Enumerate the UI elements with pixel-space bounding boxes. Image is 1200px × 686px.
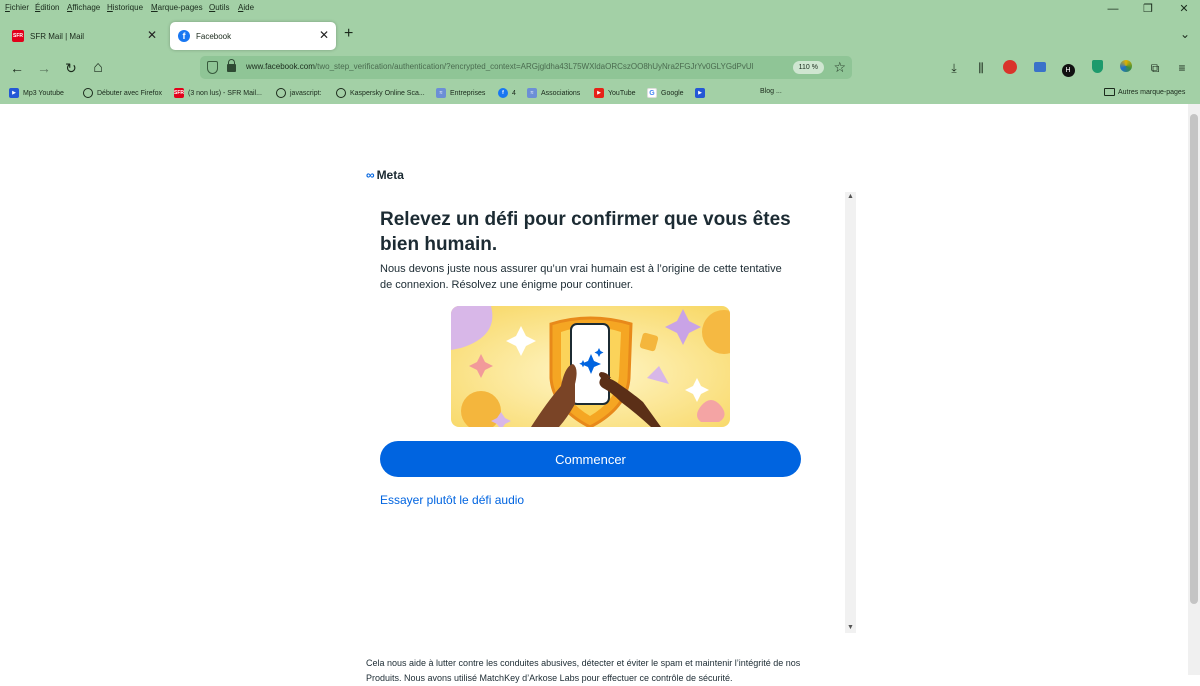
- restore-button[interactable]: ❐: [1141, 3, 1155, 15]
- other-bookmarks[interactable]: Autres marque-pages: [1104, 88, 1185, 96]
- extension-badge-icon[interactable]: [1002, 60, 1018, 76]
- url-text[interactable]: www.facebook.com/two_step_verification/a…: [246, 62, 794, 71]
- bookmark-label: (3 non lus) - SFR Mail...: [188, 89, 262, 97]
- extension-h-icon[interactable]: H: [1060, 60, 1076, 77]
- url-host: www.facebook.com: [246, 62, 315, 71]
- bookmark-star-icon[interactable]: ☆: [833, 59, 846, 76]
- scroll-down-icon[interactable]: ▼: [846, 624, 855, 631]
- home-button[interactable]: ⌂: [89, 59, 107, 77]
- minimize-button[interactable]: —: [1106, 3, 1120, 15]
- bookmark-mp3-youtube[interactable]: ▶ Mp3 Youtube: [9, 88, 64, 98]
- scrollbar-thumb[interactable]: [1190, 114, 1198, 604]
- audio-challenge-link[interactable]: Essayer plutôt le défi audio: [380, 493, 524, 507]
- meta-logo: ∞ Meta: [366, 168, 404, 182]
- lock-icon[interactable]: [227, 59, 236, 72]
- menu-icon[interactable]: ≡: [1174, 60, 1190, 76]
- bookmark-youtube[interactable]: ▶ YouTube: [594, 88, 636, 98]
- bookmark-associations[interactable]: ≈ Associations: [527, 88, 580, 98]
- puzzle-icon[interactable]: ⧉: [1147, 60, 1163, 76]
- menu-edition[interactable]: Édition: [35, 3, 59, 12]
- google-icon: G: [647, 88, 657, 98]
- close-tab-icon[interactable]: ✕: [147, 29, 157, 41]
- bookmark-label: Associations: [541, 89, 581, 97]
- youtube-icon: ▶: [9, 88, 19, 98]
- bookmark-label: javascript:: [290, 89, 322, 97]
- associations-icon: ≈: [527, 88, 537, 98]
- extension-color-icon[interactable]: [1118, 60, 1134, 76]
- tab-title: Facebook: [196, 31, 232, 41]
- bookmark-youtube-blue[interactable]: ▶: [695, 88, 709, 98]
- new-tab-button[interactable]: +: [344, 25, 353, 43]
- bookmark-label: YouTube: [608, 89, 636, 97]
- tracking-protection-icon[interactable]: [207, 61, 218, 74]
- bookmark-label: 4: [512, 89, 516, 97]
- page-subtitle: Nous devons juste nous assurer qu’un vra…: [380, 263, 782, 291]
- bookmark-google[interactable]: G Google: [647, 88, 684, 98]
- scroll-up-icon[interactable]: ▲: [846, 193, 855, 200]
- facebook-icon: f: [498, 88, 508, 98]
- forward-button[interactable]: →: [35, 59, 53, 77]
- bookmark-javascript[interactable]: javascript:: [276, 88, 322, 98]
- page-scrollbar[interactable]: [1188, 104, 1200, 675]
- tab-title: SFR Mail | Mail: [30, 31, 85, 41]
- youtube-icon: ▶: [594, 88, 604, 98]
- bookmark-entreprises[interactable]: ≈ Entreprises: [436, 88, 485, 98]
- bookmark-label: Entreprises: [450, 89, 486, 97]
- bookmark-label: Kaspersky Online Sca...: [350, 89, 425, 97]
- tab-sfr-mail[interactable]: SFR SFR Mail | Mail ✕: [4, 22, 164, 50]
- meta-logo-text: Meta: [376, 168, 404, 182]
- tab-bar: SFR SFR Mail | Mail ✕ f Facebook ✕: [0, 20, 1200, 52]
- other-bookmarks-label: Autres marque-pages: [1118, 88, 1186, 96]
- bookmark-facebook[interactable]: f4: [498, 88, 516, 98]
- menu-outils[interactable]: Outils: [209, 3, 229, 12]
- bookmarks-bar: ▶ Mp3 Youtube Débuter avec Firefox SFR (3 …: [0, 84, 1200, 104]
- globe-icon: [336, 88, 346, 98]
- bookmark-kaspersky[interactable]: Kaspersky Online Sca...: [336, 88, 425, 98]
- menu-fichier[interactable]: Fichier: [5, 3, 29, 12]
- globe-icon: [276, 88, 286, 98]
- card-scrollbar[interactable]: ▲ ▼: [845, 192, 856, 633]
- url-path: /two_step_verification/authentication/?e…: [314, 62, 754, 71]
- bookmark-blog[interactable]: Blog ...: [760, 88, 782, 95]
- bookmark-label: Blog ...: [760, 88, 782, 95]
- bookmark-label: Mp3 Youtube: [23, 89, 64, 97]
- page-title: Relevez un défi pour confirmer que vous …: [380, 209, 791, 255]
- close-window-button[interactable]: ✕: [1177, 3, 1191, 15]
- meta-infinity-icon: ∞: [366, 168, 375, 182]
- bookmark-debuter-firefox[interactable]: Débuter avec Firefox: [83, 88, 162, 98]
- associations-icon: ≈: [436, 88, 446, 98]
- close-tab-icon[interactable]: ✕: [319, 29, 329, 41]
- url-bar[interactable]: www.facebook.com/two_step_verification/a…: [200, 56, 852, 79]
- menu-bar: Fichier Édition Affichage Historique Mar…: [0, 0, 1200, 16]
- reload-button[interactable]: ↻: [62, 59, 80, 77]
- sfr-icon: SFR: [12, 30, 24, 42]
- shield-extension-icon[interactable]: [1089, 60, 1105, 76]
- tab-list-button[interactable]: ⌄: [1180, 27, 1190, 41]
- youtube-blue-icon: ▶: [695, 88, 705, 98]
- menu-aide[interactable]: Aide: [238, 3, 254, 12]
- download-icon[interactable]: ⤓: [946, 60, 962, 76]
- back-button[interactable]: ←: [8, 59, 26, 77]
- start-button[interactable]: Commencer: [380, 441, 801, 477]
- challenge-illustration: [451, 306, 730, 427]
- folder-icon: [1104, 88, 1115, 96]
- browser-chrome: Fichier Édition Affichage Historique Mar…: [0, 0, 1200, 104]
- tab-facebook[interactable]: f Facebook ✕: [170, 22, 336, 50]
- bookmark-label: Débuter avec Firefox: [97, 89, 162, 97]
- sfr-icon: SFR: [174, 88, 184, 98]
- library-icon[interactable]: ⫼: [973, 60, 989, 76]
- bookmark-label: Google: [661, 89, 684, 97]
- facebook-icon: f: [178, 30, 190, 42]
- globe-icon: [83, 88, 93, 98]
- extension-icon[interactable]: [1032, 60, 1048, 76]
- menu-affichage[interactable]: Affichage: [67, 3, 100, 12]
- menu-historique[interactable]: Historique: [107, 3, 143, 12]
- footer-disclaimer: Cela nous aide à lutter contre les condu…: [366, 658, 801, 683]
- zoom-level[interactable]: 110 %: [792, 61, 824, 74]
- bookmark-sfr-mail[interactable]: SFR (3 non lus) - SFR Mail...: [174, 88, 262, 98]
- menu-marque-pages[interactable]: Marque-pages: [151, 3, 203, 12]
